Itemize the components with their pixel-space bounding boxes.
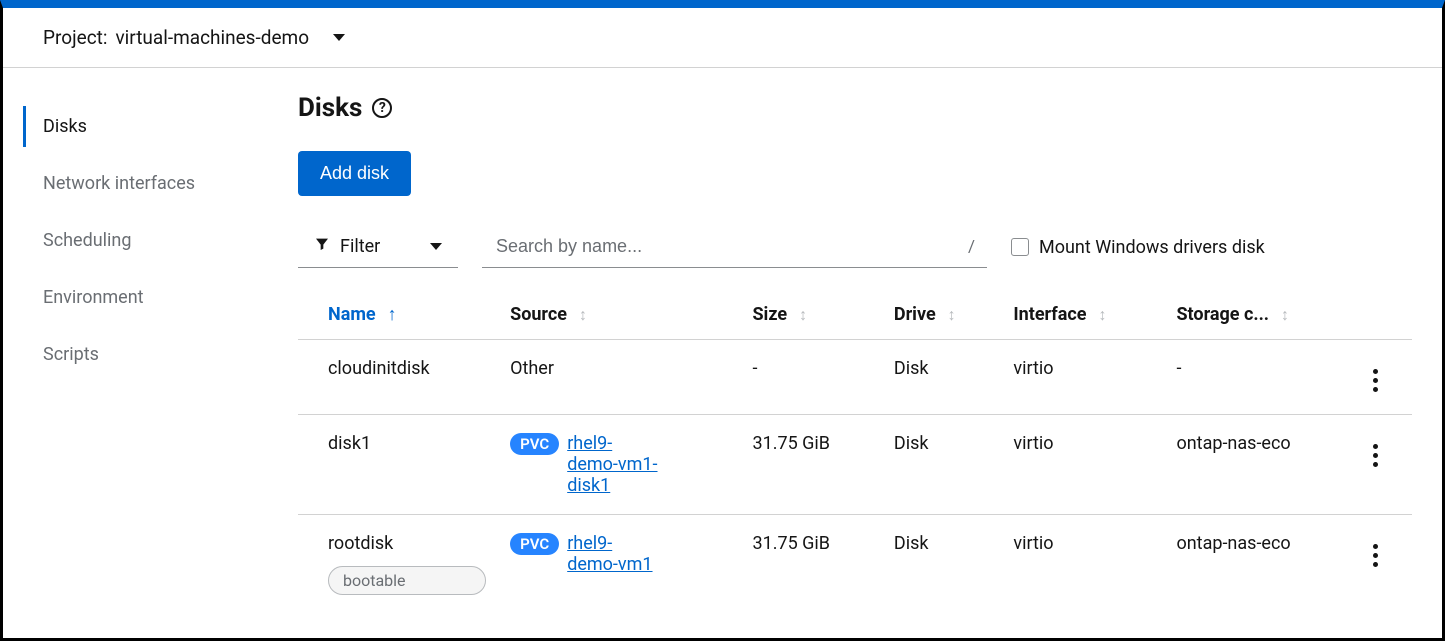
chevron-down-icon <box>333 34 345 41</box>
storage-value: ontap-nas-eco <box>1176 433 1290 454</box>
sort-icon: ↕ <box>1281 305 1289 325</box>
source-pvc-link[interactable]: rhel9-demo-vm1-disk1 <box>567 433 660 496</box>
bootable-badge: bootable <box>328 566 486 595</box>
table-row: rootdisk bootable PVC rhel9-demo-vm1 31.75 G… <box>298 515 1412 614</box>
column-header-source[interactable]: Source ↕ <box>498 286 740 340</box>
column-header-drive[interactable]: Drive ↕ <box>882 286 1001 340</box>
drive-value: Disk <box>894 533 929 554</box>
sidebar-item-disks[interactable]: Disks <box>3 98 268 155</box>
column-header-label: Interface <box>1013 304 1086 325</box>
filter-icon <box>314 236 330 257</box>
main-content: Disks ? Add disk Filter / <box>268 68 1442 634</box>
sidebar: Disks Network interfaces Scheduling Environ… <box>3 68 268 634</box>
project-selector[interactable]: Project: virtual-machines-demo <box>3 8 1442 68</box>
sidebar-item-label: Network interfaces <box>43 173 195 194</box>
sort-icon: ↕ <box>948 305 956 325</box>
column-header-label: Storage c... <box>1176 304 1269 325</box>
size-value: - <box>752 358 757 379</box>
column-header-interface[interactable]: Interface ↕ <box>1001 286 1164 340</box>
disk-name: rootdisk <box>328 533 486 554</box>
sort-icon: ↕ <box>799 305 807 325</box>
sidebar-item-scripts[interactable]: Scripts <box>3 326 268 383</box>
filter-dropdown[interactable]: Filter <box>298 226 458 268</box>
sidebar-item-network-interfaces[interactable]: Network interfaces <box>3 155 268 212</box>
column-header-label: Size <box>752 304 787 325</box>
sort-ascending-icon: ↑ <box>388 304 397 325</box>
column-header-storage-c-[interactable]: Storage c... ↕ <box>1164 286 1357 340</box>
size-value: 31.75 GiB <box>752 533 830 554</box>
sidebar-item-environment[interactable]: Environment <box>3 269 268 326</box>
mount-windows-label: Mount Windows drivers disk <box>1039 237 1265 258</box>
storage-value: - <box>1176 358 1181 379</box>
pvc-badge: PVC <box>510 533 559 555</box>
filter-label: Filter <box>340 236 380 257</box>
sidebar-item-label: Scripts <box>43 344 99 365</box>
interface-value: virtio <box>1013 533 1053 554</box>
column-header-label: Drive <box>894 304 936 325</box>
drive-value: Disk <box>894 433 929 454</box>
column-header-label: Name <box>328 304 376 325</box>
drive-value: Disk <box>894 358 929 379</box>
mount-windows-drivers-checkbox[interactable]: Mount Windows drivers disk <box>1011 237 1265 258</box>
column-header-actions <box>1357 286 1412 340</box>
add-disk-button[interactable]: Add disk <box>298 151 411 196</box>
pvc-badge: PVC <box>510 433 559 455</box>
chevron-down-icon <box>430 243 442 250</box>
size-value: 31.75 GiB <box>752 433 830 454</box>
table-row: disk1 PVC rhel9-demo-vm1-disk1 31.75 GiB Dis… <box>298 415 1412 515</box>
project-prefix: Project: <box>43 26 107 49</box>
disk-name: cloudinitdisk <box>328 358 486 379</box>
help-icon[interactable]: ? <box>372 98 392 118</box>
column-header-name[interactable]: Name ↑ <box>298 286 498 340</box>
sidebar-item-label: Environment <box>43 287 144 308</box>
sort-icon: ↕ <box>579 305 587 325</box>
kebab-menu-icon[interactable] <box>1369 365 1382 396</box>
interface-value: virtio <box>1013 358 1053 379</box>
disk-name: disk1 <box>328 433 486 454</box>
kebab-menu-icon[interactable] <box>1369 540 1382 571</box>
storage-value: ontap-nas-eco <box>1176 533 1290 554</box>
table-row: cloudinitdisk Other - Disk virtio - <box>298 340 1412 415</box>
sidebar-item-label: Scheduling <box>43 230 131 251</box>
search-shortcut-hint: / <box>968 237 975 257</box>
checkbox-icon <box>1011 238 1029 256</box>
project-name: virtual-machines-demo <box>115 26 309 49</box>
sidebar-item-scheduling[interactable]: Scheduling <box>3 212 268 269</box>
interface-value: virtio <box>1013 433 1053 454</box>
kebab-menu-icon[interactable] <box>1369 440 1382 471</box>
source-text: Other <box>510 358 554 379</box>
source-pvc-link[interactable]: rhel9-demo-vm1 <box>567 533 660 575</box>
page-title: Disks <box>298 93 362 123</box>
sort-icon: ↕ <box>1098 305 1106 325</box>
search-input[interactable] <box>482 226 987 268</box>
column-header-label: Source <box>510 304 567 325</box>
disks-table: Name↑Source↕Size↕Drive↕Interface↕Storage… <box>298 286 1412 613</box>
column-header-size[interactable]: Size ↕ <box>740 286 881 340</box>
sidebar-item-label: Disks <box>43 116 87 137</box>
